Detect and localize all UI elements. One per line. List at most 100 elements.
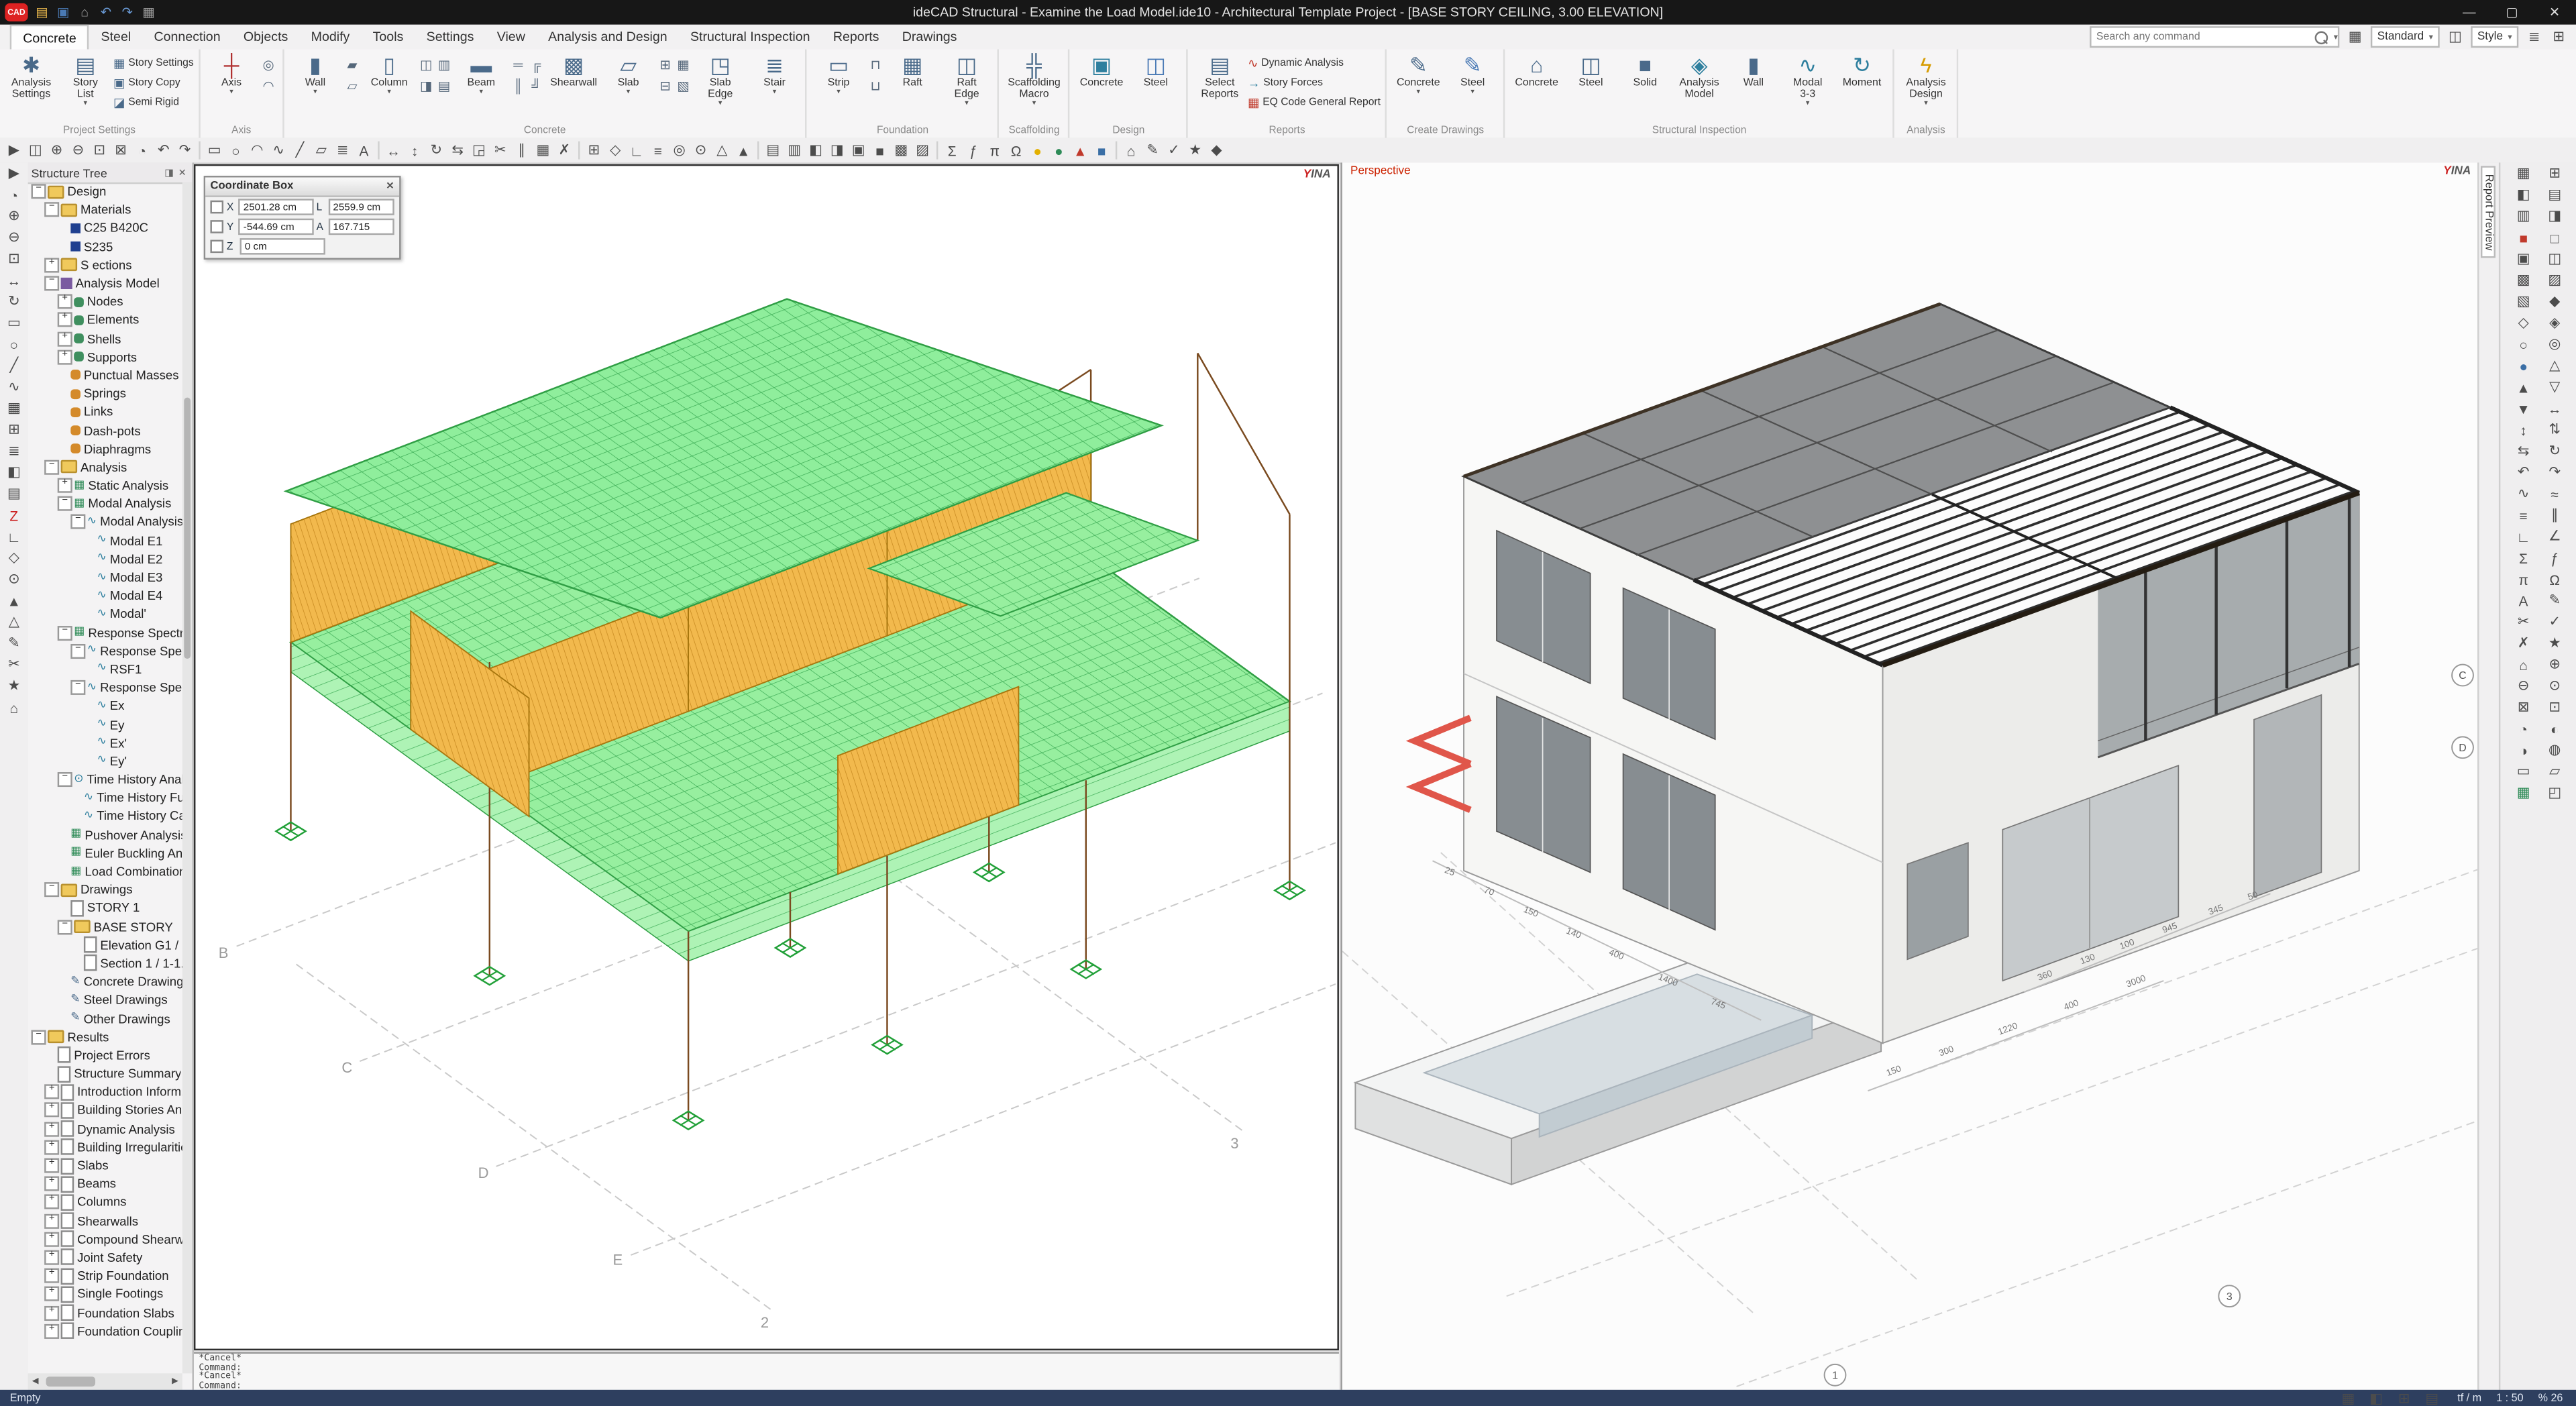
a-value-field[interactable]: 167.715 xyxy=(328,219,394,235)
tree-item-modal-e2[interactable]: ∿Modal E2 xyxy=(28,550,182,568)
toolbar-44-icon[interactable]: ▩ xyxy=(890,140,912,161)
right-tool-35-icon[interactable]: ∠ xyxy=(2544,526,2565,547)
small-tool-1-icon[interactable]: ⊔ xyxy=(867,76,885,97)
toolbar-17-icon[interactable]: A xyxy=(354,140,375,161)
tree-item-analysis[interactable]: −Analysis xyxy=(28,458,182,476)
toolbar-6-icon[interactable]: ◔ xyxy=(131,140,153,161)
tree-item-springs[interactable]: Springs xyxy=(28,384,182,402)
right-tool-16-icon[interactable]: ○ xyxy=(2513,333,2534,355)
tree-item-ey-[interactable]: ∿Ey' xyxy=(28,752,182,770)
left-tool-0-icon[interactable]: ▶ xyxy=(3,162,25,184)
expander-icon[interactable]: − xyxy=(32,1030,46,1044)
left-tool-20-icon[interactable]: ▲ xyxy=(3,590,25,611)
close-button[interactable]: ✕ xyxy=(2533,0,2576,25)
tree-item-modal-e1[interactable]: ∿Modal E1 xyxy=(28,531,182,549)
l-value-field[interactable]: 2559.9 cm xyxy=(328,199,394,215)
small-tool-1-icon[interactable]: ⊟ xyxy=(656,76,674,97)
tree-item-steel-drawings[interactable]: ✎Steel Drawings xyxy=(28,991,182,1009)
expander-icon[interactable]: + xyxy=(44,1250,59,1265)
right-tool-49-icon[interactable]: ⊙ xyxy=(2544,675,2565,697)
button-select-reports[interactable]: ▤Select Reports xyxy=(1193,51,1246,125)
tab-concrete[interactable]: Concrete xyxy=(10,25,90,50)
toolbar-32-icon[interactable]: ≡ xyxy=(647,140,669,161)
button-scaffolding-macro[interactable]: ╬Scaffolding Macro▾ xyxy=(1004,51,1063,125)
toolbar-5-icon[interactable]: ⊠ xyxy=(110,140,131,161)
toolbar-10-icon[interactable]: ▭ xyxy=(204,140,225,161)
button-eq-code-general-report[interactable]: ▦EQ Code General Report xyxy=(1248,94,1381,112)
button-story-list[interactable]: ▤Story List▾ xyxy=(59,51,111,125)
left-tool-14-icon[interactable]: ◧ xyxy=(3,462,25,483)
right-tool-52-icon[interactable]: ◔ xyxy=(2513,718,2534,739)
right-tool-59-icon[interactable]: ◰ xyxy=(2544,782,2565,804)
status-1-icon[interactable]: ◧ xyxy=(2365,1387,2387,1406)
scroll-left-icon[interactable]: ◀ xyxy=(28,1376,43,1387)
toolbar-23-icon[interactable]: ◲ xyxy=(468,140,490,161)
toolbar-4-icon[interactable]: ⊡ xyxy=(89,140,110,161)
status-0-icon[interactable]: ▦ xyxy=(2337,1387,2359,1406)
button-modal-3-3[interactable]: ∿Modal 3-3▾ xyxy=(1782,51,1834,125)
expander-icon[interactable]: + xyxy=(44,1232,59,1246)
left-tool-8-icon[interactable]: ○ xyxy=(3,333,25,355)
button-semi-rigid[interactable]: ◪Semi Rigid xyxy=(113,94,194,112)
quick-access-2-icon[interactable]: ⌂ xyxy=(76,3,94,21)
right-tool-38-icon[interactable]: π xyxy=(2513,568,2534,590)
left-tool-9-icon[interactable]: ╱ xyxy=(3,355,25,376)
right-tool-58-icon[interactable]: ▦ xyxy=(2513,782,2534,804)
expander-icon[interactable]: + xyxy=(58,294,72,309)
toolbar-57-icon[interactable]: ✎ xyxy=(1142,140,1163,161)
right-tool-48-icon[interactable]: ⊖ xyxy=(2513,675,2534,697)
tree-item-elevation-g1-[interactable]: Elevation G1 / (... xyxy=(28,936,182,954)
tree-item-other-drawings[interactable]: ✎Other Drawings xyxy=(28,1010,182,1028)
left-tool-16-icon[interactable]: Z xyxy=(3,504,25,526)
small-tool-0-icon[interactable]: ◎ xyxy=(260,54,278,76)
small-tool-0-icon[interactable]: ⊓ xyxy=(867,54,885,76)
expander-icon[interactable]: − xyxy=(58,496,72,511)
tree-item-ex[interactable]: ∿Ex xyxy=(28,697,182,715)
tree-item-beams[interactable]: +Beams xyxy=(28,1175,182,1193)
coordinate-box[interactable]: Coordinate Box ✕ X 2501.28 cm L 2559.9 c… xyxy=(204,176,401,260)
units-indicator[interactable]: tf / m xyxy=(2457,1393,2481,1404)
toolbar-60-icon[interactable]: ◆ xyxy=(1206,140,1228,161)
right-tool-20-icon[interactable]: ▲ xyxy=(2513,376,2534,398)
tab-connection[interactable]: Connection xyxy=(142,25,231,50)
expander-icon[interactable]: + xyxy=(44,1122,59,1136)
right-tool-40-icon[interactable]: A xyxy=(2513,590,2534,611)
scroll-right-icon[interactable]: ▶ xyxy=(168,1376,182,1387)
right-tool-0-icon[interactable]: ▦ xyxy=(2513,162,2534,184)
toolbar-13-icon[interactable]: ∿ xyxy=(268,140,289,161)
left-tool-5-icon[interactable]: ↔ xyxy=(3,270,25,291)
tree-item-diaphragms[interactable]: Diaphragms xyxy=(28,439,182,457)
right-tool-4-icon[interactable]: ▥ xyxy=(2513,205,2534,227)
tree-item-links[interactable]: Links xyxy=(28,403,182,421)
right-tool-2-icon[interactable]: ◧ xyxy=(2513,184,2534,205)
toolbar-33-icon[interactable]: ◎ xyxy=(669,140,690,161)
button-steel[interactable]: ✎Steel▾ xyxy=(1446,51,1499,125)
right-tool-39-icon[interactable]: Ω xyxy=(2544,568,2565,590)
tree-item-analysis-model[interactable]: −Analysis Model xyxy=(28,274,182,292)
tab-tools[interactable]: Tools xyxy=(361,25,415,50)
right-tool-45-icon[interactable]: ★ xyxy=(2544,633,2565,654)
tree-item-foundation-slabs[interactable]: +Foundation Slabs xyxy=(28,1303,182,1321)
analysis-model-viewport[interactable]: BCDE23 Coordinate Box ✕ X 2501.28 cm L 2… xyxy=(194,164,1339,1350)
toolbar-52-icon[interactable]: ● xyxy=(1048,140,1069,161)
expander-icon[interactable]: + xyxy=(44,1103,59,1118)
tree-item-building-irregularitie-[interactable]: +Building Irregularitie... xyxy=(28,1138,182,1156)
button-steel[interactable]: ◫Steel xyxy=(1564,51,1617,125)
toolbar-41-icon[interactable]: ◨ xyxy=(826,140,848,161)
small-tool-1-icon[interactable]: ║ xyxy=(509,76,527,97)
toolbar-59-icon[interactable]: ★ xyxy=(1185,140,1206,161)
right-tool-47-icon[interactable]: ⊕ xyxy=(2544,654,2565,675)
button-beam[interactable]: ▬Beam▾ xyxy=(455,51,507,125)
architectural-viewport[interactable]: 2570150140400140074515030012204003000360… xyxy=(1340,162,2477,1389)
right-tool-55-icon[interactable]: ◍ xyxy=(2544,739,2565,761)
toolbar-14-icon[interactable]: ╱ xyxy=(289,140,311,161)
tree-item-modal-e4[interactable]: ∿Modal E4 xyxy=(28,587,182,605)
right-tool-27-icon[interactable]: ↻ xyxy=(2544,440,2565,462)
menu-post-0-icon[interactable]: ≣ xyxy=(2524,26,2545,48)
tab-report-preview[interactable]: Report Preview xyxy=(2481,166,2496,258)
toolbar-35-icon[interactable]: △ xyxy=(711,140,733,161)
toolbar-30-icon[interactable]: ◇ xyxy=(604,140,626,161)
small-tool-2-icon[interactable]: ▦ xyxy=(674,54,692,76)
toolbar-51-icon[interactable]: ● xyxy=(1027,140,1049,161)
expander-icon[interactable]: − xyxy=(70,680,85,695)
